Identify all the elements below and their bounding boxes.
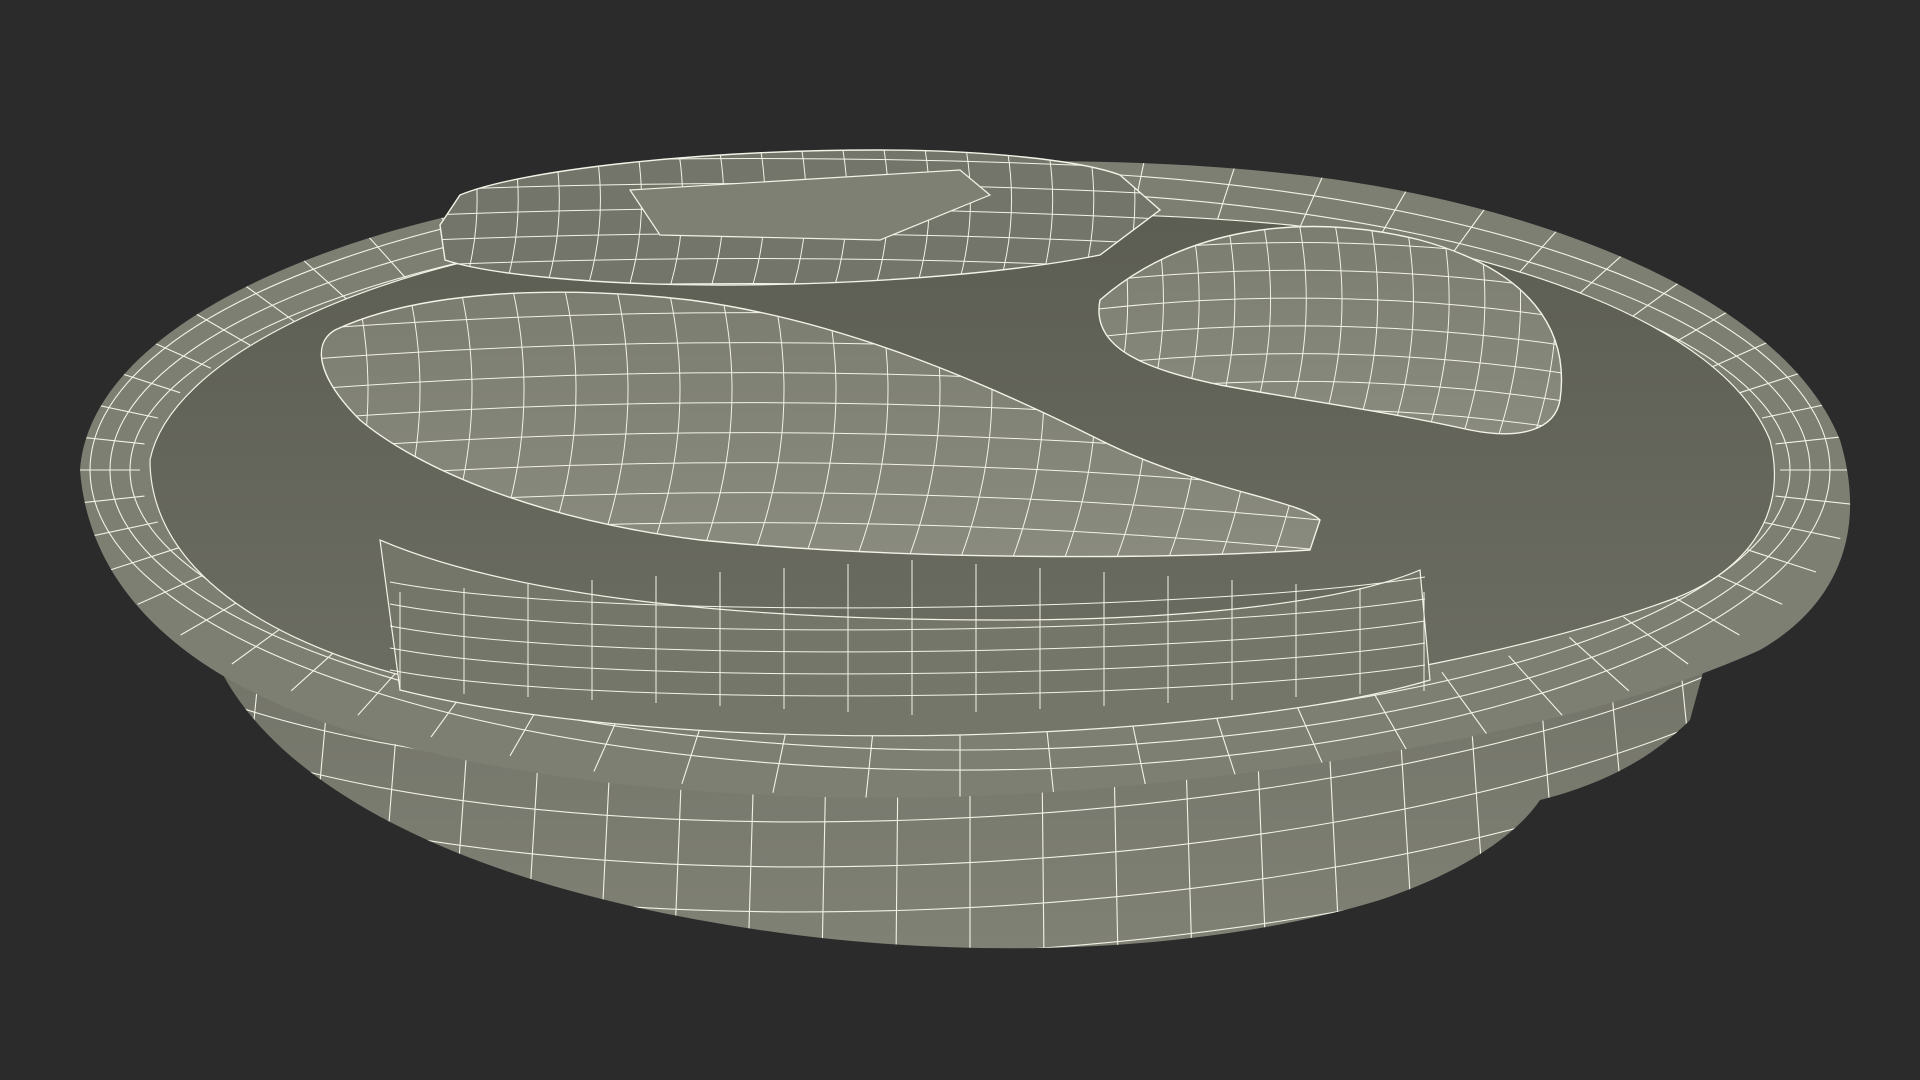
wireframe-model xyxy=(80,149,1851,949)
render-viewport xyxy=(0,0,1920,1080)
